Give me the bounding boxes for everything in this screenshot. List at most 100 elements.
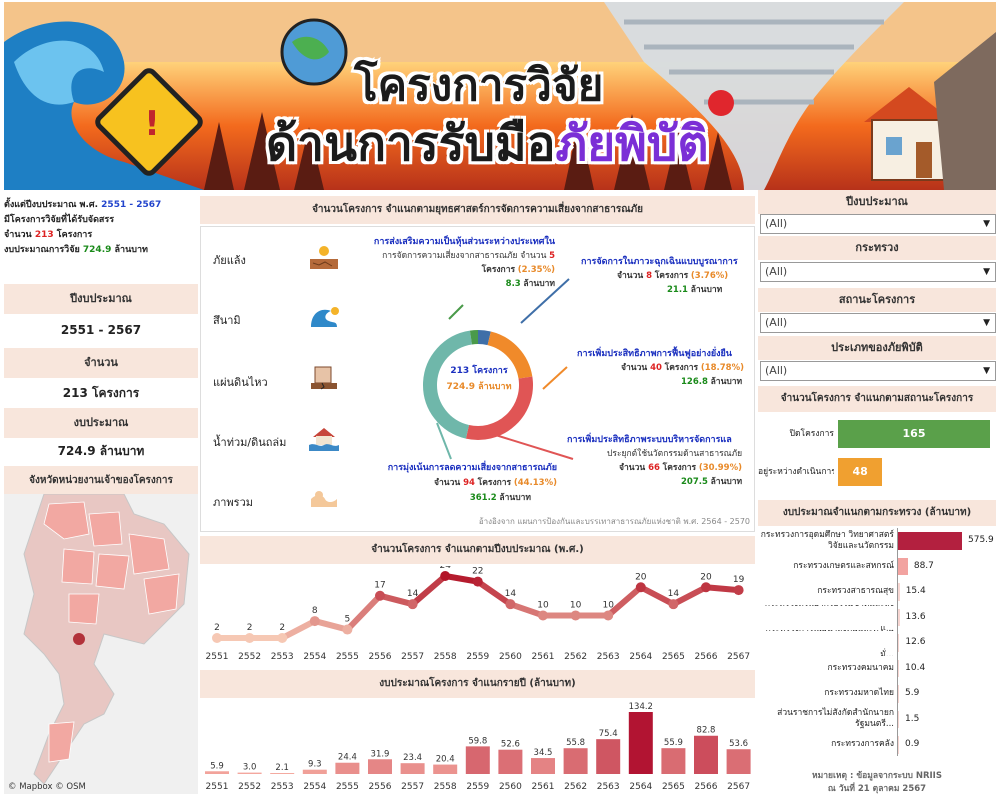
segment-annotation-emergency: การจัดการในภาวะฉุกเฉินแบบบูรณาการ จำนวน … bbox=[581, 255, 751, 297]
budget-x-tick: 2567 bbox=[727, 782, 750, 792]
status-bar[interactable]: 165 bbox=[838, 420, 990, 448]
line-x-tick: 2556 bbox=[369, 652, 392, 662]
segment-partnership-pct: (2.35%) bbox=[517, 265, 555, 275]
line-data-label: 10 bbox=[537, 600, 549, 610]
line-point[interactable] bbox=[603, 610, 614, 621]
status-chart-title: จำนวนโครงการ จำแนกตามสถานะโครงการ bbox=[758, 386, 996, 412]
header-banner: ! โครงการวิจัย ด้านการรับมือภัยพิบัติ bbox=[4, 2, 996, 190]
budget-bar[interactable] bbox=[563, 748, 588, 774]
segment-emergency-budget: 21.1 bbox=[667, 285, 688, 295]
budget-x-tick: 2561 bbox=[532, 782, 555, 792]
budget-bar[interactable] bbox=[498, 749, 523, 774]
budget-bar-label: 55.9 bbox=[664, 738, 683, 748]
segment-partnership-budget: 8.3 bbox=[505, 279, 521, 289]
segment-innovation-unit: โครงการ bbox=[662, 463, 697, 473]
summary-line1-prefix: ตั้งแต่ปีงบประมาณ พ.ศ. bbox=[4, 200, 102, 210]
budget-bar[interactable] bbox=[531, 758, 555, 774]
line-point[interactable] bbox=[342, 624, 353, 635]
line-point[interactable] bbox=[505, 599, 516, 610]
line-x-tick: 2563 bbox=[597, 652, 620, 662]
line-point[interactable] bbox=[472, 576, 483, 587]
filter-ministry-value: (All) bbox=[765, 265, 788, 278]
budget-bar[interactable] bbox=[628, 712, 653, 774]
ministry-bar[interactable] bbox=[898, 710, 899, 728]
ministry-bar[interactable] bbox=[898, 659, 900, 677]
budget-x-tick: 2555 bbox=[336, 782, 359, 792]
budget-bar[interactable] bbox=[465, 746, 490, 774]
line-segment bbox=[344, 592, 383, 633]
ministry-bar[interactable] bbox=[898, 736, 899, 754]
budget-bar-label: 5.9 bbox=[210, 761, 224, 771]
line-data-label: 10 bbox=[570, 600, 582, 610]
line-data-label: 20 bbox=[700, 572, 712, 582]
line-x-tick: 2554 bbox=[303, 652, 326, 662]
ministry-bar[interactable] bbox=[898, 532, 962, 550]
donut-segment[interactable] bbox=[469, 330, 479, 345]
line-point[interactable] bbox=[635, 582, 646, 593]
budget-bar[interactable] bbox=[433, 764, 458, 774]
budget-bar[interactable] bbox=[694, 735, 718, 774]
budget-x-tick: 2557 bbox=[401, 782, 424, 792]
leader-line bbox=[448, 304, 464, 320]
status-bar[interactable]: 48 bbox=[838, 458, 883, 486]
line-point[interactable] bbox=[277, 633, 288, 643]
ministry-bar[interactable] bbox=[898, 685, 899, 703]
budget-bar[interactable] bbox=[400, 763, 425, 774]
line-point[interactable] bbox=[733, 585, 744, 596]
line-point[interactable] bbox=[244, 633, 255, 643]
budget-bar[interactable] bbox=[726, 749, 751, 774]
line-point[interactable] bbox=[538, 610, 548, 621]
budget-bar-label: 52.6 bbox=[501, 740, 520, 750]
filter-hazard-select[interactable]: (All) ▼ bbox=[760, 361, 996, 381]
budget-bar[interactable] bbox=[270, 773, 295, 774]
budget-bar-label: 82.8 bbox=[697, 726, 716, 736]
line-point[interactable] bbox=[407, 599, 418, 610]
line-point[interactable] bbox=[701, 582, 711, 593]
budget-bar-label: 23.4 bbox=[403, 753, 422, 763]
ministry-bar-label: 1.5 bbox=[905, 713, 920, 724]
line-point[interactable] bbox=[212, 633, 222, 643]
segment-innovation-budget-unit: ล้านบาท bbox=[710, 477, 743, 487]
budget-bar[interactable] bbox=[205, 771, 229, 774]
summary-line4-prefix: งบประมาณการวิจัย bbox=[4, 245, 83, 255]
budget-bar-label: 53.6 bbox=[729, 739, 748, 749]
line-data-label: 22 bbox=[472, 567, 483, 577]
ministry-bar-category: กระทรวงการพัฒนาสังคมและความมั่... bbox=[766, 630, 894, 656]
segment-recovery-line: จำนวน 40 โครงการ (18.78%) bbox=[577, 361, 751, 375]
segment-annotation-reduction: การมุ่งเน้นการลดความเสี่ยงจากสาธารณภัย จ… bbox=[367, 461, 557, 506]
budget-bar[interactable] bbox=[661, 748, 686, 774]
ministry-bar[interactable] bbox=[898, 634, 900, 652]
line-point[interactable] bbox=[570, 610, 581, 621]
strategy-title: จำนวนโครงการ จำแนกตามยุทธศาสตร์การจัดการ… bbox=[200, 196, 755, 224]
segment-innovation-line2: 207.5 ล้านบาท bbox=[567, 475, 751, 489]
ministry-bar[interactable] bbox=[898, 608, 900, 626]
filter-status-select[interactable]: (All) ▼ bbox=[760, 313, 996, 333]
filter-hazard-value: (All) bbox=[765, 364, 788, 377]
donut-segment[interactable] bbox=[477, 330, 491, 346]
line-x-tick: 2566 bbox=[695, 652, 718, 662]
budget-bar[interactable] bbox=[335, 762, 360, 774]
line-x-tick: 2551 bbox=[206, 652, 229, 662]
budget-x-tick: 2553 bbox=[271, 782, 294, 792]
budget-bar[interactable] bbox=[596, 739, 621, 774]
ministry-bar[interactable] bbox=[898, 557, 908, 575]
budget-bar[interactable] bbox=[302, 769, 327, 774]
segment-recovery-pct: (18.78%) bbox=[700, 363, 744, 373]
budget-bar-label: 34.5 bbox=[534, 748, 553, 758]
line-x-tick: 2552 bbox=[238, 652, 261, 662]
province-map[interactable]: © Mapbox © OSM bbox=[4, 493, 198, 794]
ministry-bar-label: 13.6 bbox=[905, 611, 926, 622]
filter-year-select[interactable]: (All) ▼ bbox=[760, 214, 996, 234]
budget-bar[interactable] bbox=[368, 759, 392, 774]
line-point[interactable] bbox=[440, 571, 451, 581]
chevron-down-icon: ▼ bbox=[983, 267, 990, 277]
line-point[interactable] bbox=[309, 616, 320, 627]
budget-bar-label: 20.4 bbox=[436, 755, 455, 765]
budget-bar[interactable] bbox=[237, 772, 262, 774]
line-point[interactable] bbox=[668, 599, 679, 610]
ministry-bar[interactable] bbox=[898, 583, 900, 601]
line-point[interactable] bbox=[375, 590, 385, 601]
filter-ministry-label: กระทรวง bbox=[758, 236, 996, 260]
filter-ministry-select[interactable]: (All) ▼ bbox=[760, 262, 996, 282]
budget-bar-label: 75.4 bbox=[599, 729, 618, 739]
